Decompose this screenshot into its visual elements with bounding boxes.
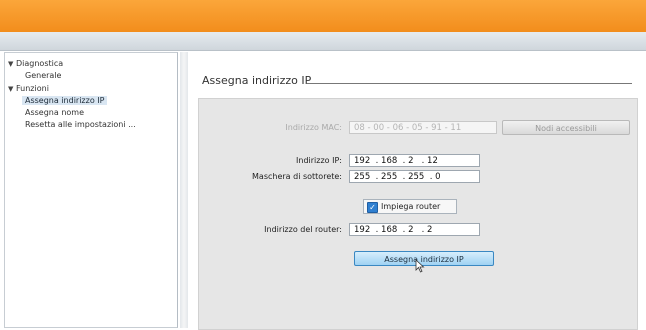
router-address-field[interactable]: 192 . 168 . 2 . 2	[349, 223, 480, 236]
navigation-tree: ▼ Diagnostica Generale ▼ Funzioni Assegna …	[4, 52, 178, 328]
expand-arrow-icon[interactable]: ▼	[8, 60, 16, 68]
use-router-checkbox[interactable]: ✓ Impiega router	[363, 199, 457, 214]
router-address-label: Indirizzo del router:	[264, 225, 342, 234]
tree-item-generale[interactable]: Generale	[25, 71, 61, 80]
tree-item-assegna-nome[interactable]: Assegna nome	[25, 108, 84, 117]
mac-field: 08 - 00 - 06 - 05 - 91 - 11	[349, 121, 497, 134]
pane-splitter[interactable]	[180, 52, 188, 328]
ip-settings-panel: Indirizzo MAC: 08 - 00 - 06 - 05 - 91 - …	[198, 98, 638, 330]
top-orange-bar	[0, 0, 646, 32]
toolbar-strip	[0, 32, 646, 51]
tree-item-funzioni[interactable]: ▼ Funzioni	[8, 84, 49, 93]
content-pane: Assegna indirizzo IP Indirizzo MAC: 08 -…	[190, 52, 646, 330]
mouse-pointer-icon	[415, 259, 425, 273]
subnet-mask-field[interactable]: 255 . 255 . 255 . 0	[349, 170, 480, 183]
tree-item-reset[interactable]: Resetta alle impostazioni ...	[25, 120, 136, 129]
mac-label: Indirizzo MAC:	[285, 123, 342, 132]
reachable-nodes-button[interactable]: Nodi accessibili	[502, 120, 630, 135]
tree-item-assegna-ip[interactable]: Assegna indirizzo IP	[22, 96, 108, 105]
checkmark-icon[interactable]: ✓	[367, 202, 378, 213]
section-title: Assegna indirizzo IP	[202, 74, 312, 87]
section-divider	[307, 83, 632, 84]
expand-arrow-icon[interactable]: ▼	[8, 85, 16, 93]
tree-item-diagnostica[interactable]: ▼ Diagnostica	[8, 59, 63, 68]
ip-label: Indirizzo IP:	[296, 156, 342, 165]
subnet-mask-label: Maschera di sottorete:	[252, 172, 342, 181]
ip-address-field[interactable]: 192 . 168 . 2 . 12	[349, 154, 480, 167]
